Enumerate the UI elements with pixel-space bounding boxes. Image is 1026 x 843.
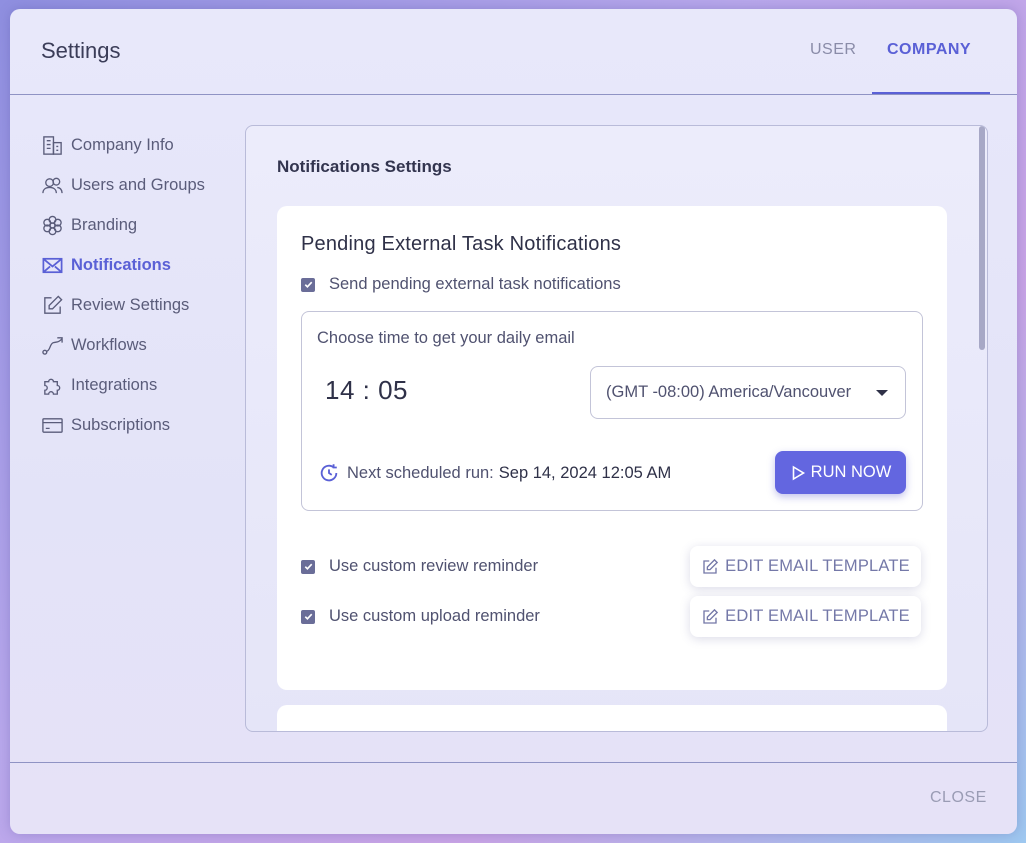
sidebar-item-label: Users and Groups: [71, 175, 205, 194]
edit-review-template-button[interactable]: EDIT EMAIL TEMPLATE: [690, 546, 921, 587]
sidebar-item-label: Subscriptions: [71, 415, 171, 434]
checkbox-label: Use custom upload reminder: [329, 607, 540, 625]
sidebar-item-notifications[interactable]: Notifications: [41, 245, 241, 285]
panel-scrollbar[interactable]: [977, 126, 987, 731]
section-title: Notifications Settings: [277, 157, 452, 176]
tab-user[interactable]: USER: [810, 41, 856, 59]
choose-time-label: Choose time to get your daily email: [317, 329, 575, 347]
dialog-footer: CLOSE: [10, 762, 1017, 834]
checkmark-icon: [304, 613, 312, 620]
card-title: Pending External Task Notifications: [301, 233, 622, 255]
edit-icon: [703, 608, 719, 624]
sidebar-item-users-and-groups[interactable]: Users and Groups: [41, 165, 241, 205]
checkbox-box[interactable]: [301, 609, 315, 624]
checkmark-icon: [304, 281, 312, 288]
users-icon: [42, 177, 63, 193]
play-icon: [792, 465, 805, 480]
puzzle-icon: [44, 378, 61, 395]
timezone-value: (GMT -08:00) America/Vancouver: [606, 383, 852, 401]
sidebar-item-label: Integrations: [71, 375, 158, 394]
notifications-panel: Notifications Settings Pending External …: [245, 125, 988, 732]
next-settings-card: [277, 705, 947, 731]
scrollbar-thumb[interactable]: [979, 126, 985, 350]
sidebar-item-label: Notifications: [71, 255, 171, 274]
run-now-label: RUN NOW: [810, 463, 892, 481]
mail-icon: [42, 257, 63, 273]
tab-company[interactable]: COMPANY: [887, 41, 971, 59]
card-icon: [42, 417, 63, 433]
sidebar-item-label: Branding: [71, 215, 138, 234]
edit-icon: [44, 294, 63, 314]
settings-dialog: Settings USER COMPANY Company Info Users…: [10, 9, 1017, 834]
pending-notifications-card: Pending External Task Notifications Send…: [277, 206, 947, 690]
sidebar-item-label: Workflows: [71, 335, 147, 354]
sidebar-item-subscriptions[interactable]: Subscriptions: [41, 405, 241, 445]
checkbox-box[interactable]: [301, 277, 315, 292]
next-run-value: Sep 14, 2024 12:05 AM: [498, 463, 672, 482]
next-run-info: Next scheduled run: Sep 14, 2024 12:05 A…: [318, 462, 671, 484]
dialog-header: Settings USER COMPANY: [10, 9, 1017, 95]
edit-upload-template-button[interactable]: EDIT EMAIL TEMPLATE: [690, 596, 921, 637]
active-tab-indicator: [872, 92, 990, 94]
timezone-select[interactable]: (GMT -08:00) America/Vancouver: [590, 366, 906, 419]
sidebar-item-integrations[interactable]: Integrations: [41, 365, 241, 405]
edit-template-label: EDIT EMAIL TEMPLATE: [725, 557, 910, 575]
checkbox-label: Use custom review reminder: [329, 557, 539, 575]
checkbox-box[interactable]: [301, 559, 315, 574]
edit-icon: [703, 558, 719, 574]
sidebar-item-label: Company Info: [71, 135, 174, 154]
dialog-title: Settings: [41, 38, 121, 63]
checkbox-label: Send pending external task notifications: [329, 275, 621, 293]
sidebar-item-label: Review Settings: [71, 295, 190, 314]
sidebar-item-review-settings[interactable]: Review Settings: [41, 285, 241, 325]
sidebar-item-workflows[interactable]: Workflows: [41, 325, 241, 365]
workflow-icon: [42, 336, 63, 355]
settings-sidebar: Company Info Users and Groups Branding N…: [41, 125, 241, 445]
schedule-clock-icon: [320, 464, 338, 482]
caret-down-icon: [876, 390, 888, 396]
time-picker[interactable]: 14 : 05: [325, 375, 408, 406]
building-icon: [43, 135, 62, 155]
checkmark-icon: [304, 563, 312, 570]
schedule-box: Choose time to get your daily email 14 :…: [301, 311, 923, 511]
close-button[interactable]: CLOSE: [930, 789, 987, 807]
run-now-button[interactable]: RUN NOW: [775, 451, 906, 494]
review-reminder-checkbox[interactable]: Use custom review reminder: [301, 557, 538, 576]
upload-reminder-checkbox[interactable]: Use custom upload reminder: [301, 607, 540, 626]
edit-template-label: EDIT EMAIL TEMPLATE: [725, 607, 910, 625]
flower-icon: [43, 215, 62, 235]
sidebar-item-company-info[interactable]: Company Info: [41, 125, 241, 165]
sidebar-item-branding[interactable]: Branding: [41, 205, 241, 245]
send-notifications-checkbox[interactable]: Send pending external task notifications: [301, 275, 621, 294]
next-run-label: Next scheduled run:: [347, 463, 494, 482]
